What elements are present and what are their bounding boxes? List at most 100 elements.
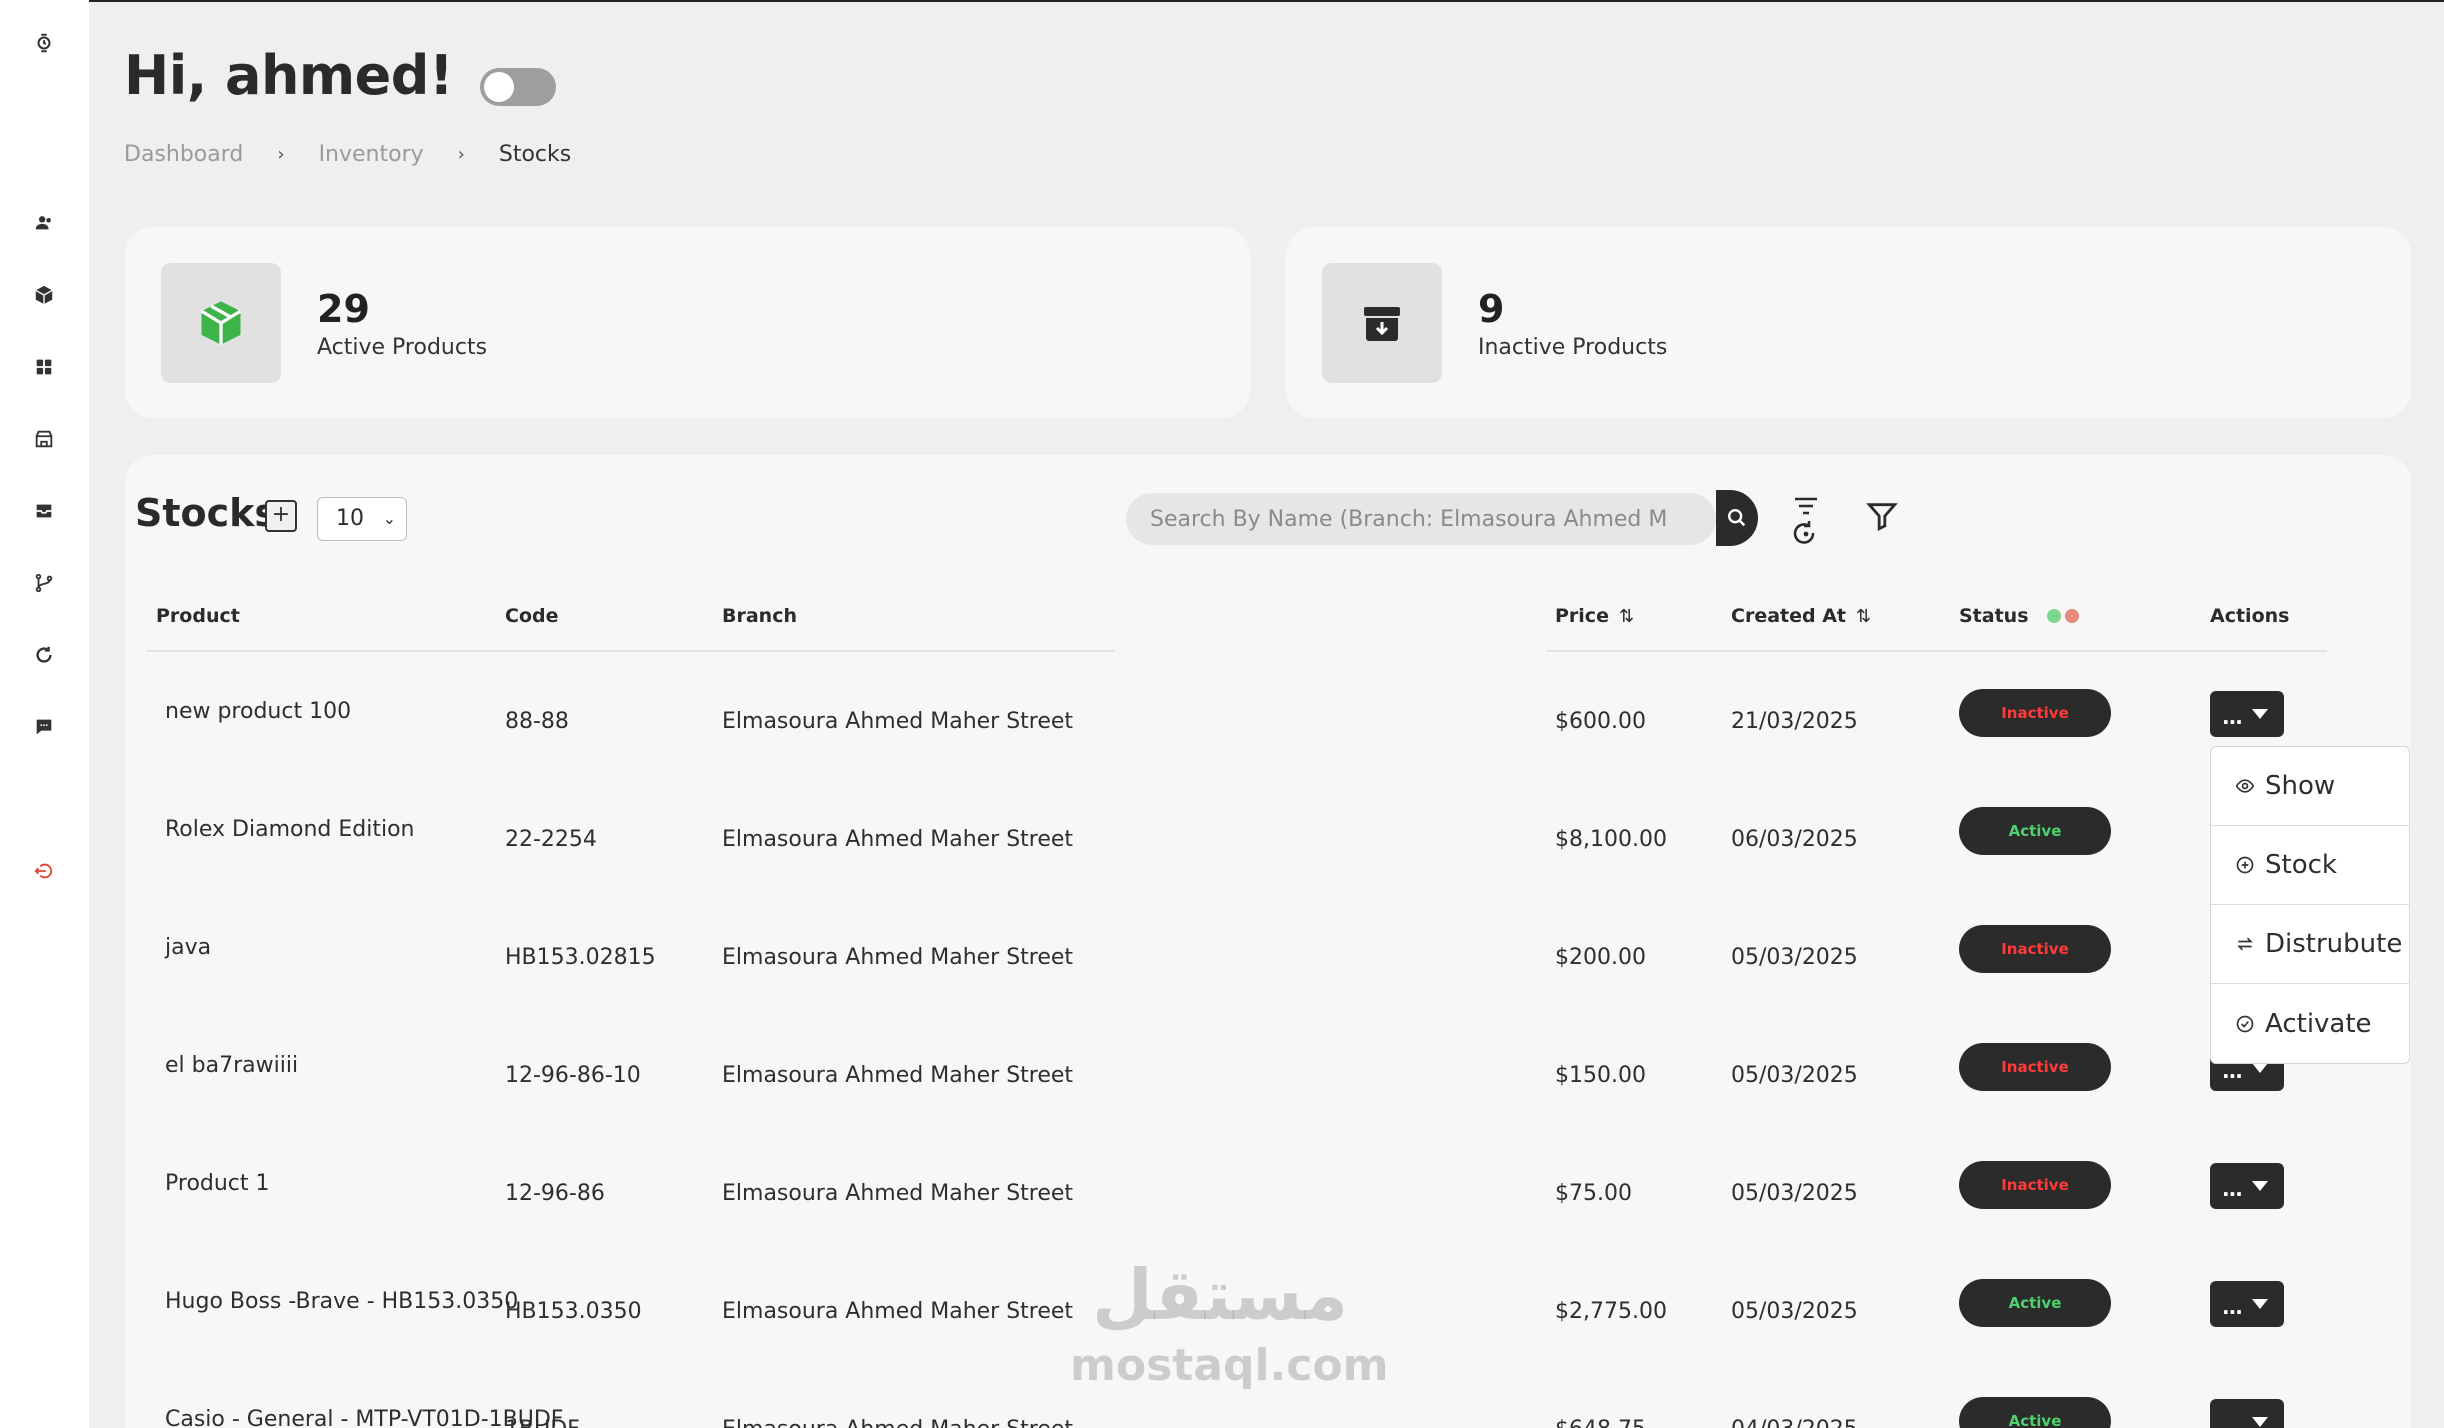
page-size-value: 10	[336, 506, 364, 531]
branch-icon[interactable]	[27, 566, 61, 600]
refresh-icon[interactable]	[27, 638, 61, 672]
filter-icon[interactable]	[1865, 499, 1899, 533]
breadcrumb: Dashboard › Inventory › Stocks	[124, 142, 571, 167]
column-header-branch[interactable]: Branch	[722, 605, 797, 627]
chat-icon[interactable]	[27, 710, 61, 744]
caret-down-icon	[2252, 1063, 2268, 1073]
cell-code: 22-2254	[505, 827, 597, 852]
cell-price: $75.00	[1555, 1181, 1632, 1206]
menu-item-label: Activate	[2265, 1008, 2372, 1039]
inactive-products-label: Inactive Products	[1478, 335, 1668, 360]
chevron-down-icon: ⌄	[382, 509, 396, 528]
row-actions-button[interactable]: ...	[2210, 1399, 2284, 1428]
header-divider	[1547, 650, 2327, 652]
watermark: مستقل mostaql.com	[1070, 1250, 1388, 1391]
cell-created-at: 04/03/2025	[1731, 1417, 1858, 1428]
chevron-right-icon: ›	[457, 144, 465, 165]
page-size-select[interactable]: 10 ⌄	[317, 497, 407, 541]
add-stock-button[interactable]: +	[265, 500, 297, 532]
menu-item-activate[interactable]: Activate	[2211, 984, 2409, 1063]
column-header-product[interactable]: Product	[156, 605, 240, 627]
green-box-icon	[161, 263, 281, 383]
status-badge: Inactive	[1959, 1043, 2111, 1091]
status-badge: Active	[1959, 807, 2111, 855]
cell-code: HB153.02815	[505, 945, 656, 970]
active-products-card: 29 Active Products	[125, 227, 1250, 418]
archive-icon	[1322, 263, 1442, 383]
cell-branch: Elmasoura Ahmed Maher Street	[722, 1063, 1074, 1088]
header-divider	[715, 650, 1115, 652]
cell-created-at: 05/03/2025	[1731, 1299, 1858, 1324]
cell-created-at: 05/03/2025	[1731, 1181, 1858, 1206]
breadcrumb-stocks: Stocks	[498, 142, 572, 167]
column-header-created-at[interactable]: Created At ⇅	[1731, 605, 1871, 627]
inactive-dot	[2065, 608, 2080, 623]
status-badge: Inactive	[1959, 689, 2111, 737]
cell-price: $200.00	[1555, 945, 1646, 970]
more-icon: ...	[2222, 1177, 2243, 1201]
users-icon[interactable]	[27, 206, 61, 240]
cell-price: $150.00	[1555, 1063, 1646, 1088]
store-icon[interactable]	[27, 422, 61, 456]
cell-code: HB153.0350	[505, 1299, 642, 1324]
cell-product: java	[165, 935, 212, 960]
breadcrumb-inventory[interactable]: Inventory	[319, 142, 424, 167]
cell-product: Hugo Boss -Brave - HB153.0350	[165, 1289, 519, 1314]
search-input[interactable]	[1126, 493, 1666, 545]
menu-item-stock[interactable]: Stock	[2211, 826, 2409, 905]
box-icon[interactable]	[27, 278, 61, 312]
cell-branch: Elmasoura Ahmed Maher Street	[722, 1299, 1074, 1324]
search-button[interactable]	[1716, 490, 1758, 546]
caret-down-icon	[2252, 1299, 2268, 1309]
menu-item-show[interactable]: Show	[2211, 747, 2409, 826]
cell-product: Product 1	[165, 1171, 270, 1196]
status-badge: Active	[1959, 1279, 2111, 1327]
row-actions-button[interactable]: ...	[2210, 1281, 2284, 1327]
watch-icon[interactable]	[27, 26, 61, 60]
column-header-status[interactable]: Status	[1959, 605, 2083, 628]
inactive-products-card: 9 Inactive Products	[1286, 227, 2411, 418]
top-border	[0, 0, 2444, 2]
status-legend-dots	[2047, 606, 2083, 628]
cell-branch: Elmasoura Ahmed Maher Street	[722, 827, 1074, 852]
cell-created-at: 05/03/2025	[1731, 945, 1858, 970]
cell-product: new product 100	[165, 699, 352, 724]
chevron-right-icon: ›	[277, 144, 285, 165]
cell-code: 1BUDF	[505, 1417, 580, 1428]
status-badge: Inactive	[1959, 1161, 2111, 1209]
sidebar	[0, 0, 89, 1428]
menu-item-distribute[interactable]: Distrubute	[2211, 905, 2409, 984]
cell-branch: Elmasoura Ahmed Maher Street	[722, 1181, 1074, 1206]
cell-code: 12-96-86	[505, 1181, 605, 1206]
column-header-code[interactable]: Code	[505, 605, 558, 627]
row-actions-button[interactable]: ...	[2210, 1163, 2284, 1209]
status-badge: Inactive	[1959, 925, 2111, 973]
watermark-arabic: مستقل	[1091, 1254, 1348, 1336]
cell-created-at: 05/03/2025	[1731, 1063, 1858, 1088]
active-products-label: Active Products	[317, 335, 488, 360]
inbox-icon[interactable]	[27, 494, 61, 528]
breadcrumb-dashboard[interactable]: Dashboard	[124, 142, 243, 167]
page-greeting: Hi, ahmed!	[124, 44, 454, 107]
column-header-actions: Actions	[2210, 605, 2290, 627]
column-header-price[interactable]: Price ⇅	[1555, 605, 1634, 627]
row-actions-menu: Show Stock Distrubute Activate	[2210, 746, 2410, 1064]
more-icon: ...	[2222, 705, 2243, 729]
caret-down-icon	[2252, 1181, 2268, 1191]
caret-down-icon	[2252, 1417, 2268, 1427]
menu-item-label: Stock	[2265, 850, 2337, 880]
sort-icon: ⇅	[1856, 606, 1872, 627]
logout-icon[interactable]	[27, 854, 61, 888]
cell-price: $648.75	[1555, 1417, 1646, 1428]
cell-price: $2,775.00	[1555, 1299, 1667, 1324]
reset-sort-icon[interactable]	[1789, 491, 1823, 553]
sort-icon: ⇅	[1618, 606, 1635, 627]
row-actions-button[interactable]: ...	[2210, 691, 2284, 737]
theme-toggle[interactable]	[480, 68, 556, 106]
stocks-title: Stocks	[135, 491, 278, 535]
search-box	[1126, 493, 1716, 545]
price-header-label: Price	[1555, 605, 1609, 627]
cell-created-at: 21/03/2025	[1731, 709, 1858, 734]
grid-icon[interactable]	[27, 350, 61, 384]
status-header-label: Status	[1959, 605, 2029, 627]
